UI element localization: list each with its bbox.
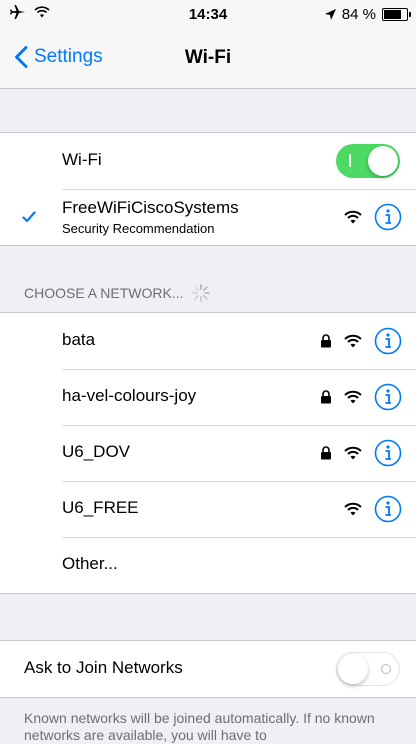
toggle-knob [368, 146, 398, 176]
row-icons [320, 313, 402, 369]
connected-network-row[interactable]: FreeWiFiCiscoSystems Security Recommenda… [0, 189, 416, 245]
wifi-icon [344, 390, 362, 404]
info-icon[interactable] [374, 383, 402, 411]
choose-network-header: CHOOSE A NETWORK... [24, 283, 211, 303]
ask-to-join-description: Known networks will be joined automatica… [24, 710, 375, 743]
row-icons [320, 369, 402, 425]
lock-icon [321, 446, 331, 460]
row-icons [344, 481, 402, 537]
network-row[interactable]: bata [0, 313, 416, 369]
info-icon[interactable] [374, 203, 402, 231]
wifi-label: Wi-Fi [62, 150, 102, 169]
network-row[interactable]: U6_FREE [0, 481, 416, 537]
choose-network-label: CHOOSE A NETWORK... [24, 285, 184, 301]
ask-to-join-row: Ask to Join Networks [0, 641, 416, 697]
network-name: ha-vel-colours-joy [62, 386, 197, 405]
toggle-knob [338, 654, 368, 684]
row-icons [320, 425, 402, 481]
network-row[interactable]: U6_DOV [0, 425, 416, 481]
row-icons [344, 189, 402, 245]
network-name: U6_DOV [62, 442, 131, 461]
ask-to-join-group: Ask to Join Networks [0, 640, 416, 698]
ask-to-join-toggle[interactable] [336, 652, 400, 686]
wifi-toggle[interactable] [336, 144, 400, 178]
connected-network-name: FreeWiFiCiscoSystems [62, 198, 239, 217]
other-network-label: Other... [62, 554, 118, 573]
toggle-off-mark [381, 664, 391, 674]
battery-icon [382, 8, 411, 21]
connected-network-subtitle: Security Recommendation [62, 221, 215, 236]
info-icon[interactable] [374, 439, 402, 467]
battery-fill [384, 10, 401, 19]
wifi-icon [344, 502, 362, 516]
info-icon[interactable] [374, 327, 402, 355]
wifi-icon [344, 210, 362, 224]
ask-to-join-label: Ask to Join Networks [24, 658, 183, 677]
network-list: bata ha-vel-colours-joy U6_DOV U6_FREE O… [0, 312, 416, 594]
network-row[interactable]: ha-vel-colours-joy [0, 369, 416, 425]
network-name: bata [62, 330, 96, 349]
wifi-group: Wi-Fi FreeWiFiCiscoSystems Security Reco… [0, 132, 416, 246]
wifi-icon [344, 446, 362, 460]
wifi-toggle-row: Wi-Fi [0, 133, 416, 189]
lock-icon [321, 390, 331, 404]
other-network-row[interactable]: Other... [0, 537, 416, 593]
battery-percent: 84 % [341, 6, 376, 23]
wifi-icon [344, 334, 362, 348]
status-right: 84 % [324, 6, 411, 23]
info-icon[interactable] [374, 495, 402, 523]
navigation-bar: Settings Wi-Fi [0, 30, 416, 89]
loading-spinner-icon [192, 284, 211, 302]
page-title: Wi-Fi [184, 47, 232, 68]
network-name: U6_FREE [62, 498, 139, 517]
checkmark-icon [22, 211, 36, 223]
location-arrow-icon [324, 9, 336, 20]
status-bar: 14:34 84 % [0, 0, 416, 30]
toggle-on-mark [349, 154, 351, 167]
lock-icon [321, 334, 331, 348]
